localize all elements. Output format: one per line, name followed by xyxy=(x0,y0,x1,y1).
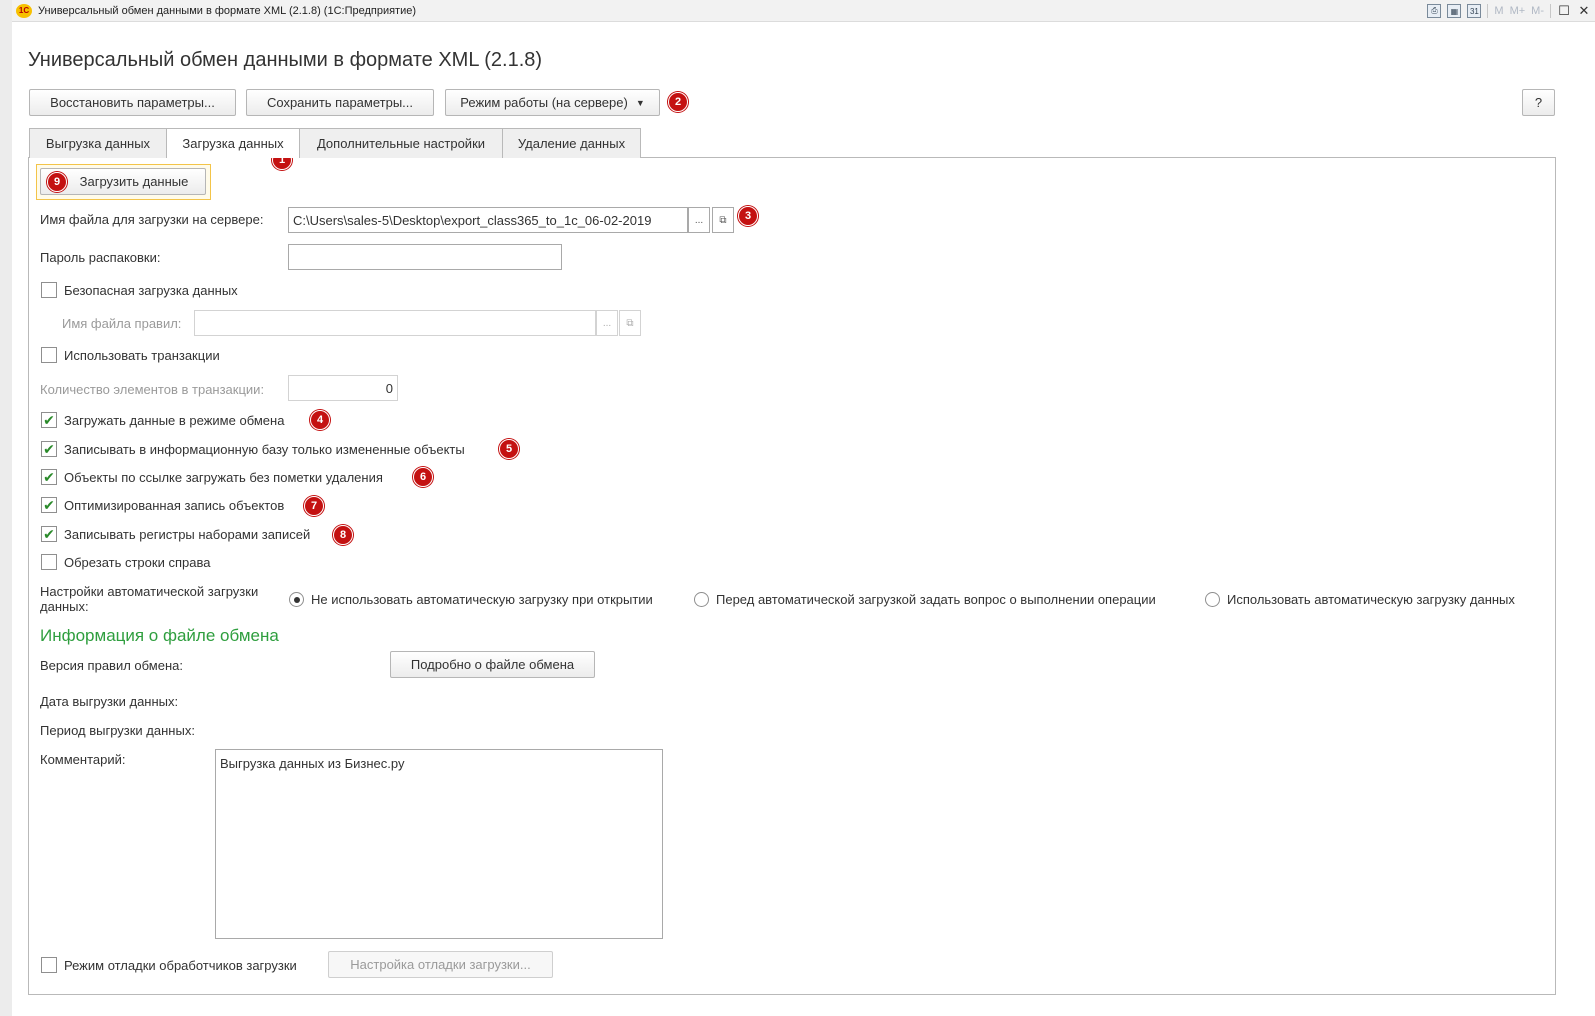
file-name-label: Имя файла для загрузки на сервере: xyxy=(40,212,264,227)
annotation-badge-8: 8 xyxy=(333,525,353,545)
use-transactions-label: Использовать транзакции xyxy=(64,347,220,363)
auto-option-ask-label: Перед автоматической загрузкой задать во… xyxy=(716,592,1156,607)
auto-option-auto-radio[interactable] xyxy=(1205,592,1220,607)
titlebar-separator xyxy=(1487,4,1489,18)
rules-file-input xyxy=(194,310,596,336)
safe-load-checkbox[interactable] xyxy=(41,282,57,298)
debug-mode-label: Режим отладки обработчиков загрузки xyxy=(64,957,297,973)
auto-option-auto-row[interactable]: Использовать автоматическую загрузку дан… xyxy=(1205,592,1515,607)
auto-load-label-line2: данных: xyxy=(40,599,89,614)
auto-option-none-radio[interactable] xyxy=(289,592,304,607)
debug-mode-checkbox[interactable] xyxy=(41,957,57,973)
tx-count-input: 0 xyxy=(288,375,398,401)
rules-file-select-button: ... xyxy=(596,310,618,336)
maximize-icon[interactable]: ☐ xyxy=(1557,3,1571,19)
work-mode-label: Режим работы (на сервере) xyxy=(460,95,628,110)
password-label: Пароль распаковки: xyxy=(40,250,161,265)
use-transactions-checkbox[interactable] xyxy=(41,347,57,363)
memory-plus-button[interactable]: M+ xyxy=(1510,5,1526,17)
titlebar-controls: ⎙ ▦ 31 M M+ M- ☐ ✕ xyxy=(1427,0,1595,22)
option-optimized-write-checkbox[interactable]: ✔ xyxy=(41,497,57,513)
titlebar-separator xyxy=(1550,4,1551,18)
restore-params-button[interactable]: Восстановить параметры... xyxy=(29,89,236,116)
option-changed-only-row[interactable]: ✔ Записывать в информационную базу тольк… xyxy=(41,441,465,457)
auto-option-none-label: Не использовать автоматическую загрузку … xyxy=(311,592,653,607)
debug-mode-checkbox-row[interactable]: Режим отладки обработчиков загрузки xyxy=(41,957,297,973)
print-icon[interactable]: ⎙ xyxy=(1427,4,1442,18)
option-exchange-mode-label: Загружать данные в режиме обмена xyxy=(64,412,285,428)
exchange-file-details-button[interactable]: Подробно о файле обмена xyxy=(390,651,595,678)
window-left-edge xyxy=(0,0,12,1016)
open-file-icon[interactable]: ⧉ xyxy=(712,207,734,233)
rules-file-label: Имя файла правил: xyxy=(62,316,182,331)
save-params-button[interactable]: Сохранить параметры... xyxy=(246,89,434,116)
use-transactions-checkbox-row[interactable]: Использовать транзакции xyxy=(41,347,220,363)
annotation-badge-7: 7 xyxy=(304,496,324,516)
tab-delete-data[interactable]: Удаление данных xyxy=(502,128,641,158)
option-no-deletion-mark-label: Объекты по ссылке загружать без пометки … xyxy=(64,469,383,485)
tab-additional-settings[interactable]: Дополнительные настройки xyxy=(299,128,503,158)
annotation-badge-6: 6 xyxy=(413,467,433,487)
memory-m-button[interactable]: M xyxy=(1494,5,1503,17)
comment-label: Комментарий: xyxy=(40,752,126,767)
tab-import[interactable]: Загрузка данных xyxy=(166,128,300,158)
auto-option-auto-label: Использовать автоматическую загрузку дан… xyxy=(1227,592,1515,607)
radio-selected-dot xyxy=(293,596,300,603)
option-trim-strings-label: Обрезать строки справа xyxy=(64,554,211,570)
work-mode-button[interactable]: Режим работы (на сервере) ▼ xyxy=(445,89,660,116)
annotation-badge-2: 2 xyxy=(668,92,688,112)
option-register-sets-row[interactable]: ✔ Записывать регистры наборами записей xyxy=(41,526,310,542)
annotation-badge-9: 9 xyxy=(47,172,67,192)
calendar-icon[interactable]: 31 xyxy=(1467,4,1482,18)
safe-load-checkbox-row[interactable]: Безопасная загрузка данных xyxy=(41,282,238,298)
option-trim-strings-checkbox[interactable] xyxy=(41,554,57,570)
file-select-button[interactable]: ... xyxy=(688,207,710,233)
rules-version-label: Версия правил обмена: xyxy=(40,658,183,673)
safe-load-label: Безопасная загрузка данных xyxy=(64,282,238,298)
exchange-file-info-title: Информация о файле обмена xyxy=(40,626,279,645)
tab-export[interactable]: Выгрузка данных xyxy=(29,128,167,158)
option-changed-only-checkbox[interactable]: ✔ xyxy=(41,441,57,457)
option-optimized-write-row[interactable]: ✔ Оптимизированная запись объектов xyxy=(41,497,284,513)
comment-textarea[interactable]: Выгрузка данных из Бизнес.ру xyxy=(215,749,663,939)
tx-count-label: Количество элементов в транзакции: xyxy=(40,382,265,397)
window-titlebar: 1С Универсальный обмен данными в формате… xyxy=(12,0,1595,22)
window-title: Универсальный обмен данными в формате XM… xyxy=(38,4,417,17)
option-no-deletion-mark-row[interactable]: ✔ Объекты по ссылке загружать без пометк… xyxy=(41,469,383,485)
auto-option-ask-row[interactable]: Перед автоматической загрузкой задать во… xyxy=(694,592,1156,607)
option-optimized-write-label: Оптимизированная запись объектов xyxy=(64,497,285,513)
auto-load-label-line1: Настройки автоматической загрузки xyxy=(40,584,259,599)
option-exchange-mode-checkbox[interactable]: ✔ xyxy=(41,412,57,428)
load-data-label: Загрузить данные xyxy=(79,174,189,189)
option-trim-strings-row[interactable]: Обрезать строки справа xyxy=(41,554,210,570)
chevron-down-icon: ▼ xyxy=(635,97,645,108)
close-icon[interactable]: ✕ xyxy=(1577,3,1591,19)
option-exchange-mode-row[interactable]: ✔ Загружать данные в режиме обмена xyxy=(41,412,284,428)
export-date-label: Дата выгрузки данных: xyxy=(40,694,179,709)
annotation-badge-3: 3 xyxy=(738,206,758,226)
page-title: Универсальный обмен данными в формате XM… xyxy=(28,49,543,71)
auto-load-label: Настройки автоматической загрузки данных… xyxy=(40,584,258,614)
auto-option-ask-radio[interactable] xyxy=(694,592,709,607)
debug-settings-button: Настройка отладки загрузки... xyxy=(328,951,553,978)
rules-open-file-icon: ⧉ xyxy=(619,310,641,336)
auto-option-none-row[interactable]: Не использовать автоматическую загрузку … xyxy=(289,592,653,607)
memory-minus-button[interactable]: M- xyxy=(1531,5,1544,17)
help-button[interactable]: ? xyxy=(1522,89,1555,116)
option-changed-only-label: Записывать в информационную базу только … xyxy=(64,441,465,457)
calculator-icon[interactable]: ▦ xyxy=(1447,4,1462,18)
option-register-sets-checkbox[interactable]: ✔ xyxy=(41,526,57,542)
password-input[interactable] xyxy=(288,244,562,270)
app-logo-icon: 1С xyxy=(16,3,32,18)
option-register-sets-label: Записывать регистры наборами записей xyxy=(64,526,311,542)
annotation-badge-4: 4 xyxy=(310,410,330,430)
export-period-label: Период выгрузки данных: xyxy=(40,723,195,738)
file-name-input[interactable]: C:\Users\sales-5\Desktop\export_class365… xyxy=(288,207,688,233)
annotation-badge-5: 5 xyxy=(499,439,519,459)
option-no-deletion-mark-checkbox[interactable]: ✔ xyxy=(41,469,57,485)
